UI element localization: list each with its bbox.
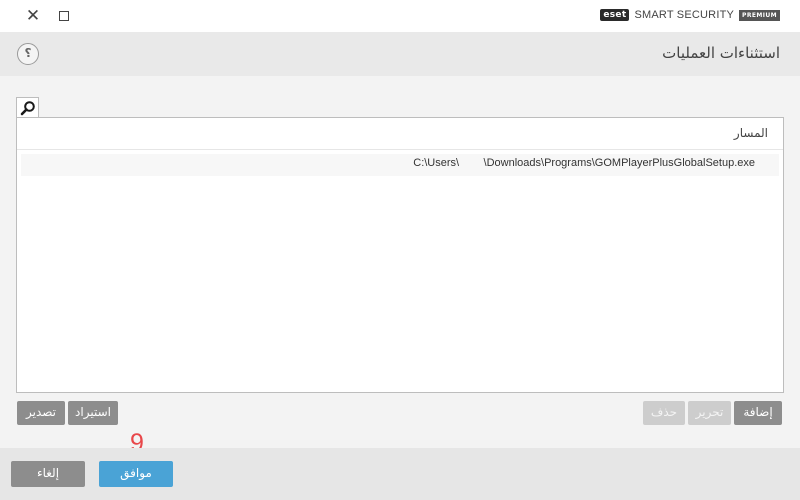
table-row[interactable]: C:\Users\ \Downloads\Programs\GOMPlayerP… — [21, 154, 779, 176]
import-button[interactable]: استيراد — [68, 401, 118, 425]
page-title: استثناءات العمليات — [662, 44, 780, 62]
column-header-path[interactable]: المسار — [17, 118, 783, 150]
exclusions-list: المسار C:\Users\ \Downloads\Programs\GOM… — [16, 117, 784, 393]
export-button[interactable]: تصدير — [17, 401, 65, 425]
edit-button[interactable]: تحرير — [688, 401, 731, 425]
search-icon — [20, 101, 35, 116]
brand: eset SMART SECURITY PREMIUM — [600, 9, 780, 21]
add-button[interactable]: إضافة — [734, 401, 782, 425]
brand-name: SMART SECURITY — [634, 9, 735, 21]
ok-button[interactable]: موافق — [99, 461, 173, 487]
delete-button[interactable]: حذف — [643, 401, 685, 425]
help-button[interactable]: ؟ — [17, 43, 39, 65]
close-icon[interactable]: ✕ — [24, 7, 42, 25]
brand-edition-badge: PREMIUM — [739, 9, 780, 21]
title-bar: ✕ eset SMART SECURITY PREMIUM — [0, 0, 800, 32]
maximize-icon[interactable] — [59, 11, 69, 21]
page-header: ؟ استثناءات العمليات — [0, 32, 800, 76]
column-header-label: المسار — [733, 126, 768, 140]
row-path: C:\Users\ \Downloads\Programs\GOMPlayerP… — [413, 157, 755, 169]
search-button[interactable] — [16, 97, 39, 118]
eset-logo: eset — [600, 9, 630, 21]
cancel-button[interactable]: إلغاء — [11, 461, 85, 487]
